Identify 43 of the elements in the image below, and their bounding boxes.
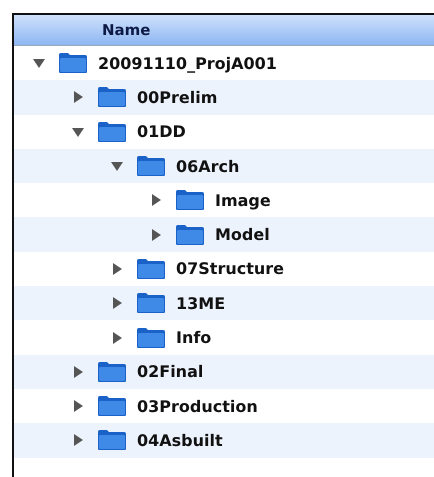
folder-name: Image — [215, 190, 271, 210]
column-title: Name — [102, 21, 150, 39]
folder-icon — [58, 52, 88, 74]
folder-name: Info — [176, 328, 212, 348]
folder-icon — [136, 326, 166, 349]
folder-icon — [136, 258, 166, 280]
expand-triangle-icon[interactable] — [71, 90, 85, 104]
expand-triangle-icon[interactable] — [149, 228, 163, 242]
expand-triangle-icon[interactable] — [110, 296, 124, 310]
expand-triangle-icon[interactable] — [71, 433, 85, 448]
folder-name: 07Structure — [176, 259, 284, 278]
folder-icon — [136, 292, 166, 314]
expand-triangle-icon[interactable] — [110, 262, 124, 276]
folder-icon — [136, 155, 166, 178]
folder-icon — [97, 86, 127, 108]
tree-row[interactable]: 06Arch — [14, 148, 434, 184]
expand-triangle-icon[interactable] — [110, 330, 124, 345]
folder-icon — [97, 429, 127, 452]
tree-row[interactable]: 13ME — [14, 286, 434, 320]
tree-row[interactable]: 04Asbuilt — [14, 423, 434, 458]
collapse-triangle-icon[interactable] — [110, 159, 124, 174]
folder-icon — [97, 360, 127, 383]
folder-name: 00Prelim — [137, 88, 218, 107]
folder-icon — [175, 224, 205, 246]
folder-name: 02Final — [137, 362, 204, 382]
folder-icon — [175, 189, 205, 212]
collapse-triangle-icon[interactable] — [32, 56, 46, 70]
expand-triangle-icon[interactable] — [149, 193, 163, 208]
tree-row[interactable]: 00Prelim — [14, 80, 434, 115]
folder-name: 04Asbuilt — [137, 430, 223, 450]
expand-triangle-icon[interactable] — [71, 364, 85, 379]
folder-icon — [97, 120, 127, 143]
folder-icon — [97, 395, 127, 418]
column-header[interactable]: Name — [14, 15, 434, 46]
folder-name: 06Arch — [176, 156, 240, 176]
tree-row[interactable]: Model — [14, 217, 434, 252]
tree-row[interactable]: 02Final — [14, 354, 434, 389]
folder-name: 01DD — [137, 122, 186, 142]
folder-name: 03Production — [137, 396, 258, 416]
folder-name: 20091110_ProjA001 — [98, 54, 277, 73]
expand-triangle-icon[interactable] — [71, 399, 85, 414]
folder-name: Model — [215, 225, 270, 244]
folder-name: 13ME — [176, 294, 226, 313]
